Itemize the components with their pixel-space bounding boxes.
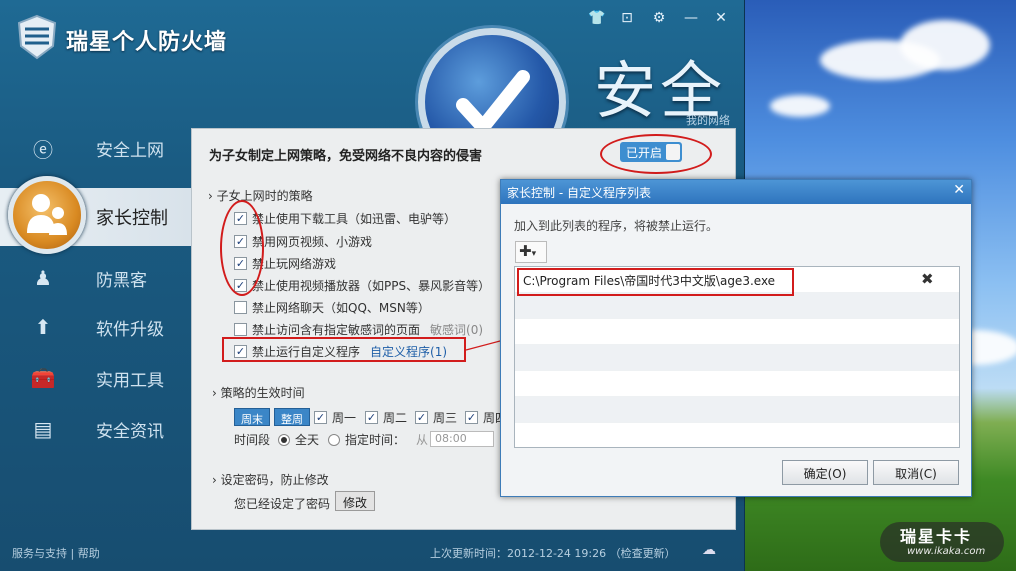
plus-icon: ✚ (519, 242, 532, 260)
list-item (515, 293, 959, 319)
add-program-button[interactable]: ✚▾ (515, 241, 547, 263)
list-item (515, 423, 959, 447)
ok-button[interactable]: 确定(O) (782, 460, 868, 485)
cancel-button[interactable]: 取消(C) (873, 460, 959, 485)
custom-program-dialog: 家长控制 - 自定义程序列表 ✕ 加入到此列表的程序，将被禁止运行。 ✚▾ C:… (500, 179, 972, 497)
list-item (515, 371, 959, 397)
list-item (515, 345, 959, 371)
watermark-url: www.ikaka.com (907, 546, 986, 557)
list-item (515, 319, 959, 345)
close-icon[interactable]: ✕ (953, 182, 965, 198)
annotation-box-program-path (517, 268, 794, 296)
dialog-titlebar[interactable]: 家长控制 - 自定义程序列表 ✕ (501, 180, 971, 204)
chevron-down-icon: ▾ (531, 249, 537, 259)
dialog-description: 加入到此列表的程序，将被禁止运行。 (514, 219, 719, 233)
watermark-brand: 瑞星卡卡 (900, 527, 973, 546)
dialog-title: 家长控制 - 自定义程序列表 (507, 186, 651, 200)
list-item (515, 397, 959, 423)
delete-icon[interactable]: ✖ (921, 270, 934, 288)
